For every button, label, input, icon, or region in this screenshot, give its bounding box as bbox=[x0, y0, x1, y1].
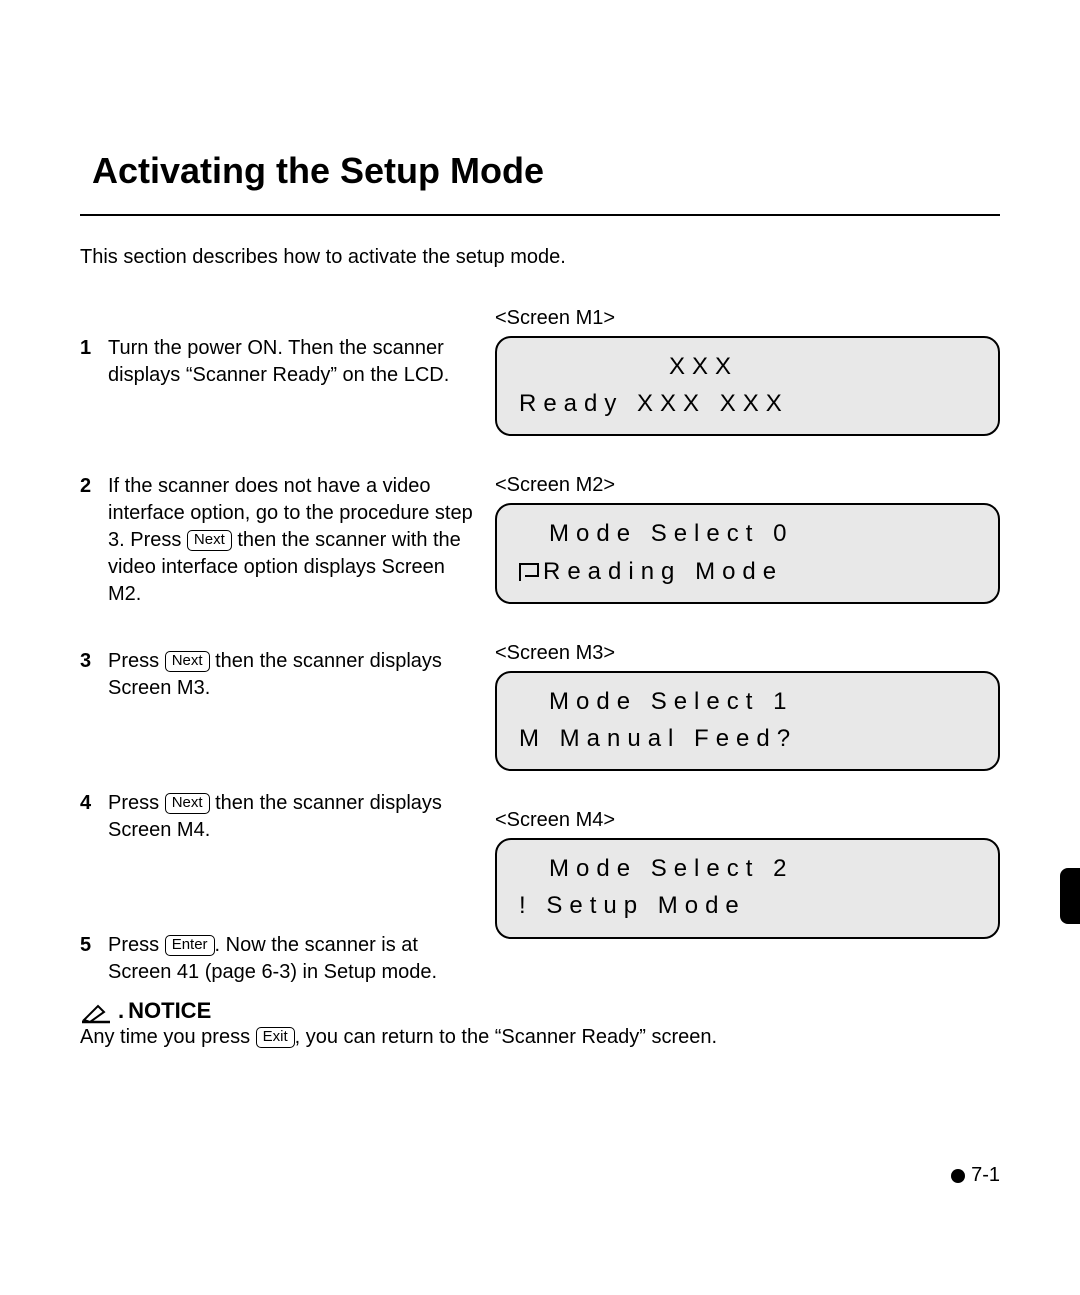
lcd-line: Reading Mode bbox=[519, 553, 976, 590]
notice-heading: . NOTICE bbox=[80, 998, 1000, 1024]
screen-label-m3: <Screen M3> bbox=[495, 642, 1000, 665]
step-5: 5 Press Enter. Now the scanner is at Scr… bbox=[80, 932, 475, 986]
screen-label-m1: <Screen M1> bbox=[495, 307, 1000, 330]
step-number: 2 bbox=[80, 473, 96, 608]
steps-column: 1 Turn the power ON. Then the scanner di… bbox=[80, 307, 475, 986]
two-column-layout: 1 Turn the power ON. Then the scanner di… bbox=[80, 307, 1000, 986]
lcd-line: Mode Select 0 bbox=[519, 515, 976, 552]
notice-label: NOTICE bbox=[128, 998, 211, 1024]
return-icon bbox=[519, 563, 537, 581]
pencil-icon bbox=[80, 1004, 114, 1024]
keycap-next: Next bbox=[165, 793, 210, 814]
step-2: 2 If the scanner does not have a video i… bbox=[80, 473, 475, 608]
screen-label-m2: <Screen M2> bbox=[495, 474, 1000, 497]
keycap-enter: Enter bbox=[165, 935, 215, 956]
step-text: Press Next then the scanner displays Scr… bbox=[108, 790, 475, 844]
lcd-line: ! Setup Mode bbox=[519, 887, 976, 924]
step-3: 3 Press Next then the scanner displays S… bbox=[80, 648, 475, 702]
screen-label-m4: <Screen M4> bbox=[495, 809, 1000, 832]
section-tab-marker bbox=[1060, 868, 1080, 924]
keycap-next: Next bbox=[187, 530, 232, 551]
keycap-next: Next bbox=[165, 651, 210, 672]
screens-column: <Screen M1> XXX Ready XXX XXX <Screen M2… bbox=[495, 307, 1000, 986]
step-text: Press Next then the scanner displays Scr… bbox=[108, 648, 475, 702]
step-text: Press Enter. Now the scanner is at Scree… bbox=[108, 932, 475, 986]
notice-text: Any time you press Exit, you can return … bbox=[80, 1026, 1000, 1049]
lcd-line: Mode Select 2 bbox=[519, 850, 976, 887]
step-4: 4 Press Next then the scanner displays S… bbox=[80, 790, 475, 844]
lcd-line: Mode Select 1 bbox=[519, 683, 976, 720]
step-number: 3 bbox=[80, 648, 96, 702]
bullet-icon bbox=[951, 1169, 965, 1183]
page-footer: 7-1 bbox=[951, 1164, 1000, 1187]
lcd-line: XXX bbox=[519, 348, 976, 385]
intro-text: This section describes how to activate t… bbox=[80, 246, 1000, 269]
page-title: Activating the Setup Mode bbox=[92, 150, 1000, 192]
title-rule bbox=[80, 214, 1000, 216]
step-number: 1 bbox=[80, 335, 96, 389]
lcd-line: M Manual Feed? bbox=[519, 720, 976, 757]
step-text: Turn the power ON. Then the scanner disp… bbox=[108, 335, 475, 389]
step-text: If the scanner does not have a video int… bbox=[108, 473, 475, 608]
step-number: 4 bbox=[80, 790, 96, 844]
keycap-exit: Exit bbox=[256, 1027, 295, 1048]
lcd-screen-m3: Mode Select 1 M Manual Feed? bbox=[495, 671, 1000, 771]
document-page: Activating the Setup Mode This section d… bbox=[0, 0, 1080, 1109]
lcd-screen-m2: Mode Select 0 Reading Mode bbox=[495, 503, 1000, 603]
step-number: 5 bbox=[80, 932, 96, 986]
step-1: 1 Turn the power ON. Then the scanner di… bbox=[80, 335, 475, 389]
lcd-screen-m1: XXX Ready XXX XXX bbox=[495, 336, 1000, 436]
lcd-line: Ready XXX XXX bbox=[519, 385, 976, 422]
lcd-screen-m4: Mode Select 2 ! Setup Mode bbox=[495, 838, 1000, 938]
page-number: 7-1 bbox=[971, 1164, 1000, 1187]
notice-block: . NOTICE Any time you press Exit, you ca… bbox=[80, 998, 1000, 1049]
